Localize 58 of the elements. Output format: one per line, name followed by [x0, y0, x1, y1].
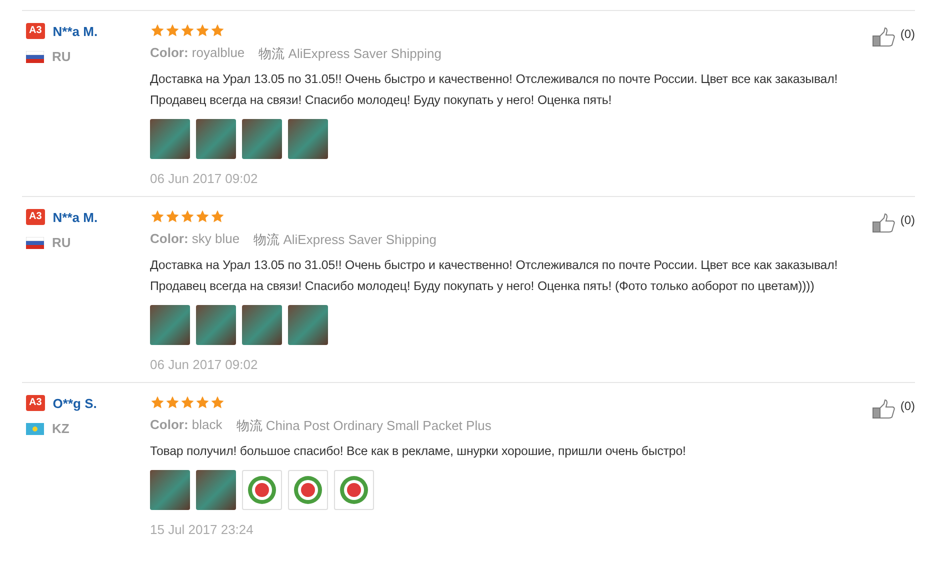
- reviewer-name: N**a M.: [52, 210, 98, 224]
- star-icon: [150, 395, 165, 410]
- star-icon: [210, 209, 225, 224]
- shipping-info: 物流 China Post Ordinary Small Packet Plus: [236, 417, 492, 435]
- photo-placeholder[interactable]: [150, 470, 190, 510]
- photo-placeholder[interactable]: [196, 119, 236, 159]
- star-icon: [180, 23, 195, 38]
- level-badge: A3: [26, 23, 45, 39]
- star-icon: [150, 23, 165, 38]
- star-icon: [210, 23, 225, 38]
- color-info: Color: sky blue: [150, 231, 240, 248]
- flag-icon: [26, 50, 44, 62]
- sticker-image[interactable]: [334, 470, 374, 510]
- photo-placeholder[interactable]: [242, 305, 282, 345]
- photo-placeholder[interactable]: [150, 119, 190, 159]
- sticker-image[interactable]: [242, 470, 282, 510]
- flag-icon: [26, 422, 44, 434]
- shipping-info: 物流 AliExpress Saver Shipping: [254, 231, 436, 249]
- photo-placeholder[interactable]: [196, 470, 236, 510]
- photo-placeholder[interactable]: [242, 119, 282, 159]
- star-icon: [165, 209, 180, 224]
- sticker-image[interactable]: [288, 470, 328, 510]
- thumbs-up-icon[interactable]: [872, 399, 896, 419]
- review-text: Товар получил! большое спасибо! Все как в рекламе, шнурки хорошие, пришли очень быстро!: [150, 443, 687, 460]
- star-icon: [195, 209, 210, 224]
- review-date: 06 Jun 2017 09:02: [150, 171, 259, 186]
- star-icon: [165, 23, 180, 38]
- review-text: Доставка на Урал 13.05 по 31.05!! Очень быстро и качественно! Отслеживался по почте России. Цвет все как заказывал! Продавец всегда на связи! Спасибо молодец! Буду покупать у него! Оценка пять!: [150, 71, 839, 109]
- color-info: Color: black: [150, 417, 222, 434]
- country-code: RU: [52, 49, 71, 64]
- color-info: Color: royalblue: [150, 45, 245, 62]
- star-icon: [210, 395, 225, 410]
- star-icon: [180, 209, 195, 224]
- photo-placeholder[interactable]: [196, 305, 236, 345]
- level-badge: A3: [26, 209, 45, 225]
- star-icon: [165, 395, 180, 410]
- photo-placeholder[interactable]: [288, 305, 328, 345]
- review-date: 15 Jul 2017 23:24: [150, 522, 254, 537]
- country-code: RU: [52, 235, 71, 250]
- star-icon: [195, 23, 210, 38]
- star-icon: [150, 209, 165, 224]
- reviewer-name: N**a M.: [52, 24, 98, 38]
- country-code: KZ: [52, 421, 70, 436]
- thumbs-up-icon[interactable]: [872, 27, 896, 47]
- like-count: (0): [900, 399, 915, 413]
- level-badge: A3: [26, 395, 45, 411]
- flag-icon: [26, 236, 44, 248]
- review-date: 06 Jun 2017 09:02: [150, 357, 259, 372]
- photo-placeholder[interactable]: [150, 305, 190, 345]
- shipping-info: 物流 AliExpress Saver Shipping: [258, 45, 442, 63]
- star-icon: [195, 395, 210, 410]
- star-icon: [180, 395, 195, 410]
- like-count: (0): [900, 213, 915, 227]
- thumbs-up-icon[interactable]: [872, 213, 896, 233]
- reviewer-name: O**g S.: [52, 396, 97, 410]
- like-count: (0): [900, 27, 915, 41]
- photo-placeholder[interactable]: [288, 119, 328, 159]
- review-text: Доставка на Урал 13.05 по 31.05!! Очень быстро и качественно! Отслеживался по почте России. Цвет все как заказывал! Продавец всегда на связи! Спасибо молодец! Буду покупать у него! Оценка пять! (Фото только аоборот по цветам)))): [150, 257, 839, 295]
